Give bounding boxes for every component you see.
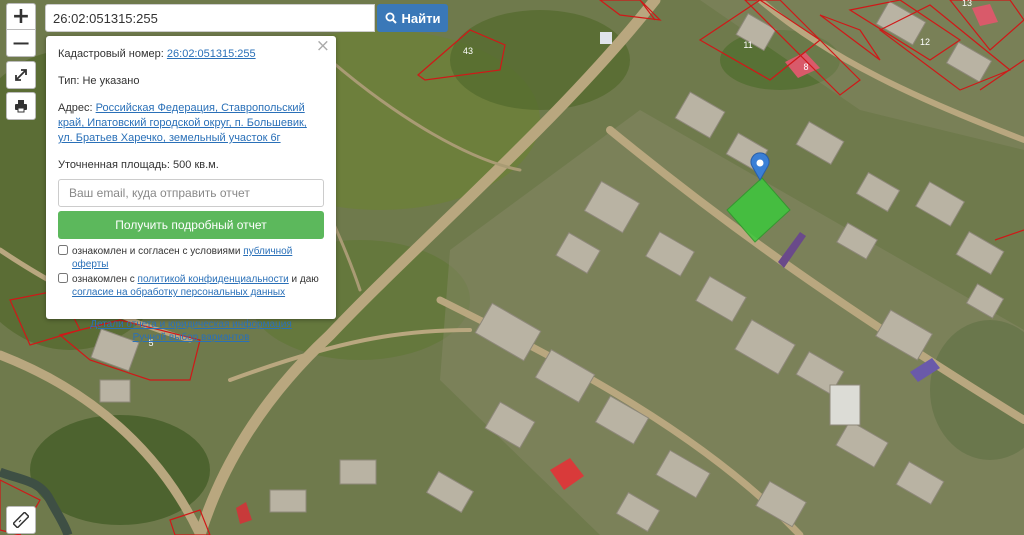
- offer-checkbox[interactable]: [58, 245, 68, 255]
- expand-icon: [15, 69, 27, 81]
- printer-icon: [15, 100, 27, 113]
- area-row: Уточненная площадь: 500 кв.м.: [58, 158, 324, 173]
- privacy-text-2: и даю: [288, 274, 319, 285]
- offer-text: ознакомлен и согласен с условиями: [72, 246, 244, 257]
- address-label: Адрес:: [58, 102, 93, 114]
- area-value: 500 кв.м.: [173, 159, 219, 171]
- personal-data-consent-link[interactable]: согласие на обработку персональных данны…: [72, 287, 285, 298]
- manual-selection-link[interactable]: Ручной выбор вариантов: [58, 331, 324, 344]
- cadastral-number-row: Кадастровый номер: 26:02:051315:255: [58, 47, 324, 62]
- address-link[interactable]: Российская Федерация, Ставропольский кра…: [58, 102, 307, 144]
- parcel-info-popup: × Кадастровый номер: 26:02:051315:255 Ти…: [46, 36, 336, 343]
- bottom-links: Детали отчета и юридическая информация Р…: [58, 318, 324, 344]
- privacy-text-1: ознакомлен с: [72, 274, 138, 285]
- type-row: Тип: Не указано: [58, 74, 324, 89]
- ruler-button[interactable]: [6, 506, 36, 534]
- search-button[interactable]: Найти: [377, 4, 448, 32]
- parcel-label-8: 8: [803, 62, 808, 72]
- privacy-policy-link[interactable]: политикой конфиденциальности: [138, 274, 289, 285]
- privacy-checkbox[interactable]: [58, 273, 68, 283]
- parcel-label-12: 12: [920, 37, 930, 47]
- fullscreen-button[interactable]: [6, 61, 36, 89]
- type-value: Не указано: [82, 75, 140, 87]
- search-button-label: Найти: [401, 10, 441, 26]
- get-report-button[interactable]: Получить подробный отчет: [58, 211, 324, 239]
- consent-privacy-row: ознакомлен с политикой конфиденциальност…: [58, 273, 324, 299]
- print-button[interactable]: [6, 92, 36, 120]
- search-input[interactable]: [45, 4, 375, 32]
- zoom-in-button[interactable]: +: [6, 3, 36, 29]
- area-label: Уточненная площадь:: [58, 159, 170, 171]
- type-label: Тип:: [58, 75, 80, 87]
- parcel-label-43: 43: [463, 46, 473, 56]
- parcel-label-13: 13: [962, 0, 972, 8]
- cadastral-number-link[interactable]: 26:02:051315:255: [167, 48, 256, 60]
- close-icon[interactable]: ×: [316, 38, 330, 55]
- ruler-icon: [13, 512, 29, 528]
- address-row: Адрес: Российская Федерация, Ставропольс…: [58, 101, 324, 146]
- report-details-link[interactable]: Детали отчета и юридическая информация: [58, 318, 324, 331]
- cadastral-label: Кадастровый номер:: [58, 48, 164, 60]
- search-icon: [385, 12, 397, 24]
- zoom-out-button[interactable]: −: [6, 29, 36, 57]
- consent-offer-row: ознакомлен и согласен с условиями публич…: [58, 245, 324, 271]
- email-field[interactable]: [58, 179, 324, 207]
- parcel-label-11: 11: [743, 40, 752, 50]
